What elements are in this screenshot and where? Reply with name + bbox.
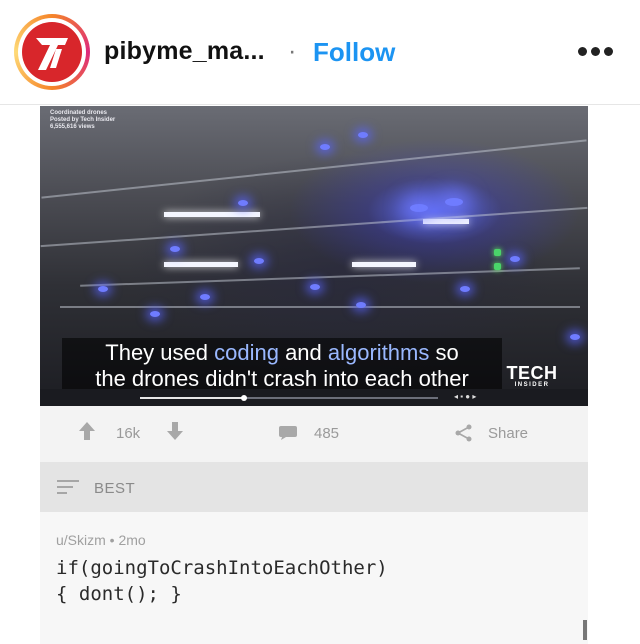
sort-icon <box>57 480 79 494</box>
drone <box>200 294 210 300</box>
progress-fill <box>140 397 245 399</box>
brand-top: TECH <box>506 363 558 383</box>
drone <box>320 144 330 150</box>
caption-highlight: coding <box>214 340 279 365</box>
comment-item: u/Skizm • 2mo if(goingToCrashIntoEachOth… <box>40 512 588 644</box>
comment-icon[interactable] <box>278 425 298 441</box>
drone <box>170 246 180 252</box>
comment-meta[interactable]: u/Skizm • 2mo <box>56 532 146 548</box>
drone <box>254 258 264 264</box>
more-dot <box>591 47 600 56</box>
drone <box>445 198 463 206</box>
status-led <box>494 249 501 256</box>
upvote-icon[interactable] <box>78 421 96 441</box>
status-led <box>494 263 501 270</box>
caption-line-1: They used coding and algorithms so <box>62 340 502 366</box>
pi-logo-icon <box>22 22 82 82</box>
video-title: Coordinated drones <box>50 110 108 116</box>
video-author: Posted by Tech Insider <box>50 117 116 123</box>
ceiling-light <box>423 219 469 224</box>
upvote-count: 16k <box>116 425 141 442</box>
progress-handle[interactable] <box>241 395 248 401</box>
more-dot <box>604 47 613 56</box>
video-meta: Coordinated drones Posted by Tech Inside… <box>50 110 115 131</box>
sort-bar[interactable]: BEST <box>40 462 588 512</box>
drone <box>460 286 470 292</box>
caption-text: so <box>429 340 459 365</box>
video-player-bar: ◂ ▪ ● ▸ <box>40 389 588 406</box>
drone <box>238 200 248 206</box>
ceiling-light <box>164 262 238 267</box>
brand-bottom: INSIDER <box>514 382 550 388</box>
more-options-icon[interactable] <box>572 38 620 66</box>
drone <box>410 204 428 212</box>
drone <box>356 302 366 308</box>
ceiling-beam <box>41 139 587 199</box>
caption-text: They used <box>105 340 215 365</box>
share-button[interactable]: Share <box>488 425 528 442</box>
video-views: 6,555,616 views <box>50 124 95 130</box>
avatar[interactable] <box>14 14 90 90</box>
downvote-icon[interactable] <box>166 421 184 441</box>
comment-body-line: { dont(); } <box>56 583 182 605</box>
sort-label[interactable]: BEST <box>94 480 135 497</box>
avatar-inner <box>18 18 86 86</box>
ceiling-beam <box>80 267 580 287</box>
dot-separator: · <box>288 37 297 65</box>
video-progress-bar[interactable] <box>140 395 438 401</box>
ceiling-beam <box>60 306 580 308</box>
ceiling-light <box>352 262 416 267</box>
comment-body-line: if(goingToCrashIntoEachOther) <box>56 557 388 579</box>
video-caption: They used coding and algorithms so the d… <box>62 338 502 396</box>
more-dot <box>578 47 587 56</box>
ceiling-beam <box>40 206 588 248</box>
drone <box>510 256 520 262</box>
caption-text: and <box>278 340 328 365</box>
tech-insider-logo: TECH INSIDER <box>502 364 562 389</box>
follow-button[interactable]: Follow <box>313 37 395 68</box>
video-frame[interactable]: Coordinated drones Posted by Tech Inside… <box>40 106 588 406</box>
drone <box>570 334 580 340</box>
post-header: pibyme_ma... · Follow <box>0 0 640 105</box>
post-image[interactable]: Coordinated drones Posted by Tech Inside… <box>40 106 588 644</box>
username[interactable]: pibyme_ma... <box>104 37 265 66</box>
drone <box>150 311 160 317</box>
comment-count[interactable]: 485 <box>314 425 339 442</box>
drone <box>310 284 320 290</box>
share-icon[interactable] <box>454 424 474 442</box>
drone <box>358 132 368 138</box>
scrollbar[interactable] <box>583 620 587 640</box>
ceiling-light <box>164 212 260 217</box>
action-bar: 16k 485 Share <box>40 406 588 462</box>
drone <box>98 286 108 292</box>
player-controls[interactable]: ◂ ▪ ● ▸ <box>454 392 476 401</box>
caption-highlight: algorithms <box>327 340 430 365</box>
